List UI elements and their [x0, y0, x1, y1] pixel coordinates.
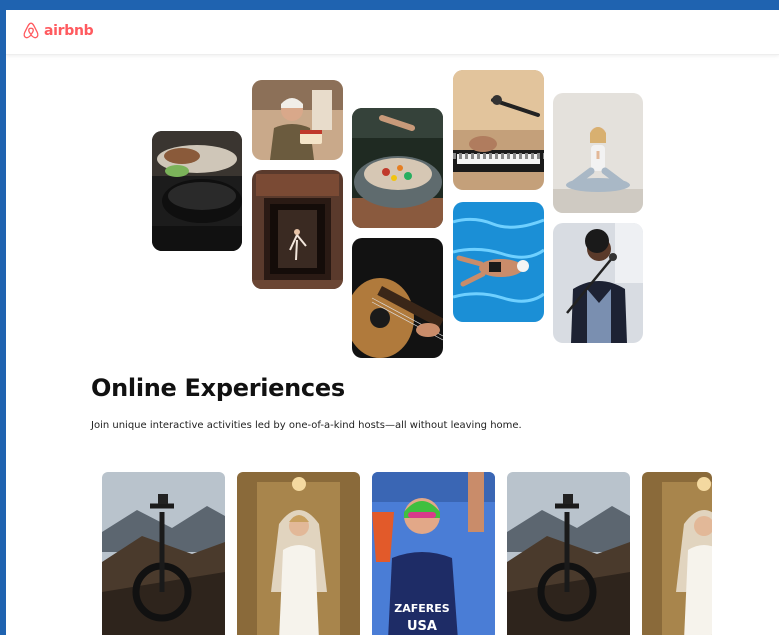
collage-tile-guitar-player[interactable]	[352, 238, 443, 358]
page-subtitle: Join unique interactive activities led b…	[91, 420, 522, 431]
brand-wordmark: airbnb	[44, 22, 94, 39]
collage-tile-cooking-pan[interactable]	[152, 131, 242, 251]
keyboard-microphone-image	[453, 70, 544, 190]
dancer-in-doorway-image	[252, 170, 343, 289]
bicycle-mountain-image	[102, 472, 225, 635]
cooking-pan-image	[152, 131, 242, 251]
triathlete-country-text: USA	[407, 619, 437, 634]
triathlete-suit-text: ZAFERES	[394, 602, 450, 615]
triathlete-image: ZAFERES USA	[372, 472, 495, 635]
woman-with-cake-image	[252, 80, 343, 160]
swimmer-pool-image	[453, 202, 544, 322]
experience-card-bicycle-mountain[interactable]	[102, 472, 225, 635]
collage-tile-swimmer-pool[interactable]	[453, 202, 544, 322]
experience-card-bicycle-mountain-2[interactable]	[507, 472, 630, 635]
airbnb-belo-icon	[23, 22, 39, 39]
guitar-player-image	[352, 238, 443, 358]
experience-card-bride-2[interactable]	[642, 472, 712, 635]
bride-image	[642, 472, 712, 635]
collage-tile-keyboard-microphone[interactable]	[453, 70, 544, 190]
top-navigation-bar: airbnb	[6, 10, 779, 55]
collage-tile-singer-microphone[interactable]	[553, 223, 643, 343]
collage-tile-dancer-in-doorway[interactable]	[252, 170, 343, 289]
collage-tile-yoga-woman[interactable]	[553, 93, 643, 213]
airbnb-logo[interactable]: airbnb	[22, 21, 94, 40]
collage-tile-woman-with-cake[interactable]	[252, 80, 343, 160]
page-title: Online Experiences	[91, 374, 345, 402]
singer-microphone-image	[553, 223, 643, 343]
browser-window: airbnb Online Experiences Join unique in…	[6, 10, 779, 635]
bicycle-mountain-image	[507, 472, 630, 635]
food-bowl-image	[352, 108, 443, 228]
experience-card-triathlete[interactable]: ZAFERES USA	[372, 472, 495, 635]
yoga-woman-image	[553, 93, 643, 213]
collage-tile-food-bowl[interactable]	[352, 108, 443, 228]
bride-image	[237, 472, 360, 635]
experience-card-bride[interactable]	[237, 472, 360, 635]
